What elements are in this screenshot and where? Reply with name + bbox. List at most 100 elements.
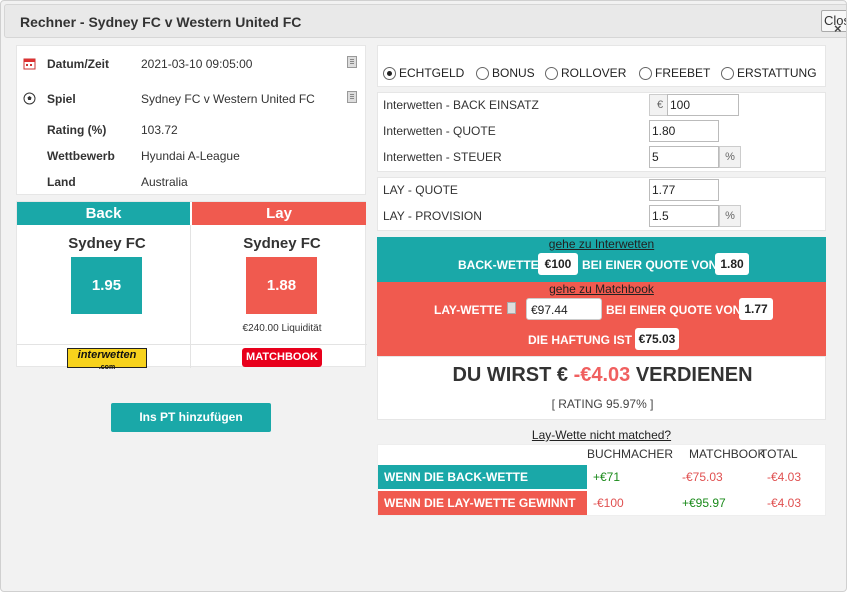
clipboard-icon[interactable] xyxy=(507,302,516,314)
radio-freebet[interactable]: FREEBET xyxy=(639,65,710,81)
lay-odds-label: LAY - QUOTE xyxy=(383,183,458,197)
header-total: TOTAL xyxy=(760,447,798,461)
bookmaker-sub: .com xyxy=(98,364,116,371)
row-label: WENN DIE BACK-WETTE GEWINNT xyxy=(378,465,587,508)
radio-label: ROLLOVER xyxy=(561,66,627,80)
info-value: Hyundai A-League xyxy=(141,149,240,163)
lay-odds-text: BEI EINER QUOTE VON xyxy=(606,303,742,317)
result-rating: [ RATING 95.97% ] xyxy=(551,397,654,411)
calendar-icon xyxy=(23,58,36,70)
goto-bookmaker-link[interactable]: gehe zu Interwetten xyxy=(377,237,826,251)
lay-team: Sydney FC xyxy=(243,235,321,252)
back-odds[interactable]: 1.95 xyxy=(71,257,142,314)
lay-commission-input[interactable]: 1.5 xyxy=(649,205,719,227)
info-label: Rating (%) xyxy=(47,123,107,137)
radio-echtgeld[interactable]: ECHTGELD xyxy=(383,65,464,81)
odds-panel: Back Lay Sydney FC Sydney FC 1.95 1.88 €… xyxy=(16,201,367,371)
back-stake-input[interactable]: 100 xyxy=(667,94,739,116)
radio-label: ECHTGELD xyxy=(399,66,465,80)
header-exchange: MATCHBOOK xyxy=(689,447,766,461)
radio-icon[interactable] xyxy=(721,66,734,80)
lay-stake-input[interactable]: €97.44 xyxy=(526,298,602,320)
radio-icon[interactable] xyxy=(476,66,489,80)
percent-addon: % xyxy=(719,205,741,227)
radio-icon[interactable] xyxy=(639,66,652,80)
lay-header: Lay xyxy=(192,202,366,225)
interwetten-logo[interactable]: interwetten .com xyxy=(67,348,147,371)
back-header: Back xyxy=(17,202,190,225)
back-odds-text: BEI EINER QUOTE VON xyxy=(582,258,718,272)
liability-chip: €75.03 xyxy=(635,328,679,350)
copy-icon[interactable] xyxy=(347,56,357,68)
goto-exchange-link[interactable]: gehe zu Matchbook xyxy=(377,282,826,296)
info-label: Land xyxy=(47,175,76,189)
dialog-titlebar: Rechner - Sydney FC v Western United FC xyxy=(4,4,846,38)
info-row-rating: Rating (%) 103.72 xyxy=(17,122,365,142)
lay-odds-chip: 1.77 xyxy=(739,298,773,320)
match-info-panel: Datum/Zeit 2021-03-10 09:05:00 Spiel Syd… xyxy=(16,45,366,195)
total-value: -€4.03 xyxy=(767,470,802,484)
radio-erstattung[interactable]: ERSTATTUNG xyxy=(721,65,817,81)
header-bookmaker: BUCHMACHER xyxy=(587,447,674,461)
liability-label: DIE HAFTUNG IST xyxy=(528,333,632,347)
info-label: Datum/Zeit xyxy=(47,57,110,71)
radio-label: ERSTATTUNG xyxy=(737,66,817,80)
lay-bet-label: LAY-WETTE xyxy=(434,303,503,317)
back-odds-chip: 1.80 xyxy=(715,253,749,275)
result-line: DU WIRST € -€4.03 VERDIENEN xyxy=(378,364,827,387)
back-tax-label: Interwetten - STEUER xyxy=(383,150,502,164)
matchbook-logo[interactable]: MATCHBOOK xyxy=(242,348,322,367)
info-row-datetime: Datum/Zeit 2021-03-10 09:05:00 xyxy=(17,56,365,76)
radio-bonus[interactable]: BONUS xyxy=(476,65,535,81)
soccer-ball-icon xyxy=(23,92,36,105)
back-bet-band: gehe zu Interwetten BACK-WETTE €100 BEI … xyxy=(377,237,826,282)
bookmaker-name: interwetten xyxy=(77,349,137,361)
exchange-value: -€75.03 xyxy=(682,470,723,484)
lay-commission-label: LAY - PROVISION xyxy=(383,209,482,223)
lay-odds-input[interactable]: 1.77 xyxy=(649,179,719,201)
info-value: 2021-03-10 09:05:00 xyxy=(141,57,253,71)
percent-addon: % xyxy=(719,146,741,168)
bookmaker-value: +€71 xyxy=(593,470,621,484)
radio-selected-icon[interactable] xyxy=(383,66,396,80)
radio-label: BONUS xyxy=(492,66,535,80)
info-label: Spiel xyxy=(47,92,76,106)
bookmaker-value: -€100 xyxy=(593,496,624,510)
radio-icon[interactable] xyxy=(545,66,558,80)
info-row-competition: Wettbewerb Hyundai A-League xyxy=(17,148,365,168)
back-tax-input[interactable]: 5 xyxy=(649,146,719,168)
close-icon[interactable]: × xyxy=(834,21,842,36)
copy-icon[interactable] xyxy=(347,91,357,103)
back-odds-label: Interwetten - QUOTE xyxy=(383,124,496,138)
info-label: Wettbewerb xyxy=(47,149,115,163)
radio-label: FREEBET xyxy=(655,66,711,80)
add-to-portfolio-button[interactable]: Ins PT hinzufügen xyxy=(111,403,271,432)
info-value: 103.72 xyxy=(141,123,178,137)
exchange-value: +€95.97 xyxy=(682,496,726,510)
calculator-dialog: Rechner - Sydney FC v Western United FC … xyxy=(0,0,847,592)
logo-divider xyxy=(17,344,367,345)
summary-table: BUCHMACHER MATCHBOOK TOTAL WENN DIE BACK… xyxy=(377,444,826,516)
info-row-match: Spiel Sydney FC v Western United FC xyxy=(17,91,365,111)
table-row: WENN DIE LAY-WETTE GEWINNT -€100 +€95.97… xyxy=(378,491,827,515)
lay-not-matched-link[interactable]: Lay-Wette nicht matched? xyxy=(377,428,826,442)
result-prefix: DU WIRST € xyxy=(452,364,568,386)
info-value: Sydney FC v Western United FC xyxy=(141,92,315,106)
result-amount: -€4.03 xyxy=(573,364,631,386)
result-panel: DU WIRST € -€4.03 VERDIENEN [ RATING 95.… xyxy=(377,356,826,420)
info-row-country: Land Australia xyxy=(17,174,365,194)
table-row: WENN DIE BACK-WETTE GEWINNT +€71 -€75.03… xyxy=(378,465,827,508)
back-odds-input[interactable]: 1.80 xyxy=(649,120,719,142)
total-value: -€4.03 xyxy=(767,496,802,510)
lay-odds[interactable]: 1.88 xyxy=(246,257,317,314)
dialog-title: Rechner - Sydney FC v Western United FC xyxy=(20,14,302,30)
info-value: Australia xyxy=(141,175,188,189)
row-label: WENN DIE LAY-WETTE GEWINNT xyxy=(378,491,587,515)
radio-rollover[interactable]: ROLLOVER xyxy=(545,65,626,81)
result-suffix: VERDIENEN xyxy=(635,364,753,386)
back-bet-label: BACK-WETTE xyxy=(458,258,539,272)
back-stake-chip: €100 xyxy=(538,253,578,275)
back-team: Sydney FC xyxy=(68,235,146,252)
back-stake-label: Interwetten - BACK EINSATZ xyxy=(383,98,539,112)
lay-liquidity: €240.00 Liquidität xyxy=(242,323,322,334)
